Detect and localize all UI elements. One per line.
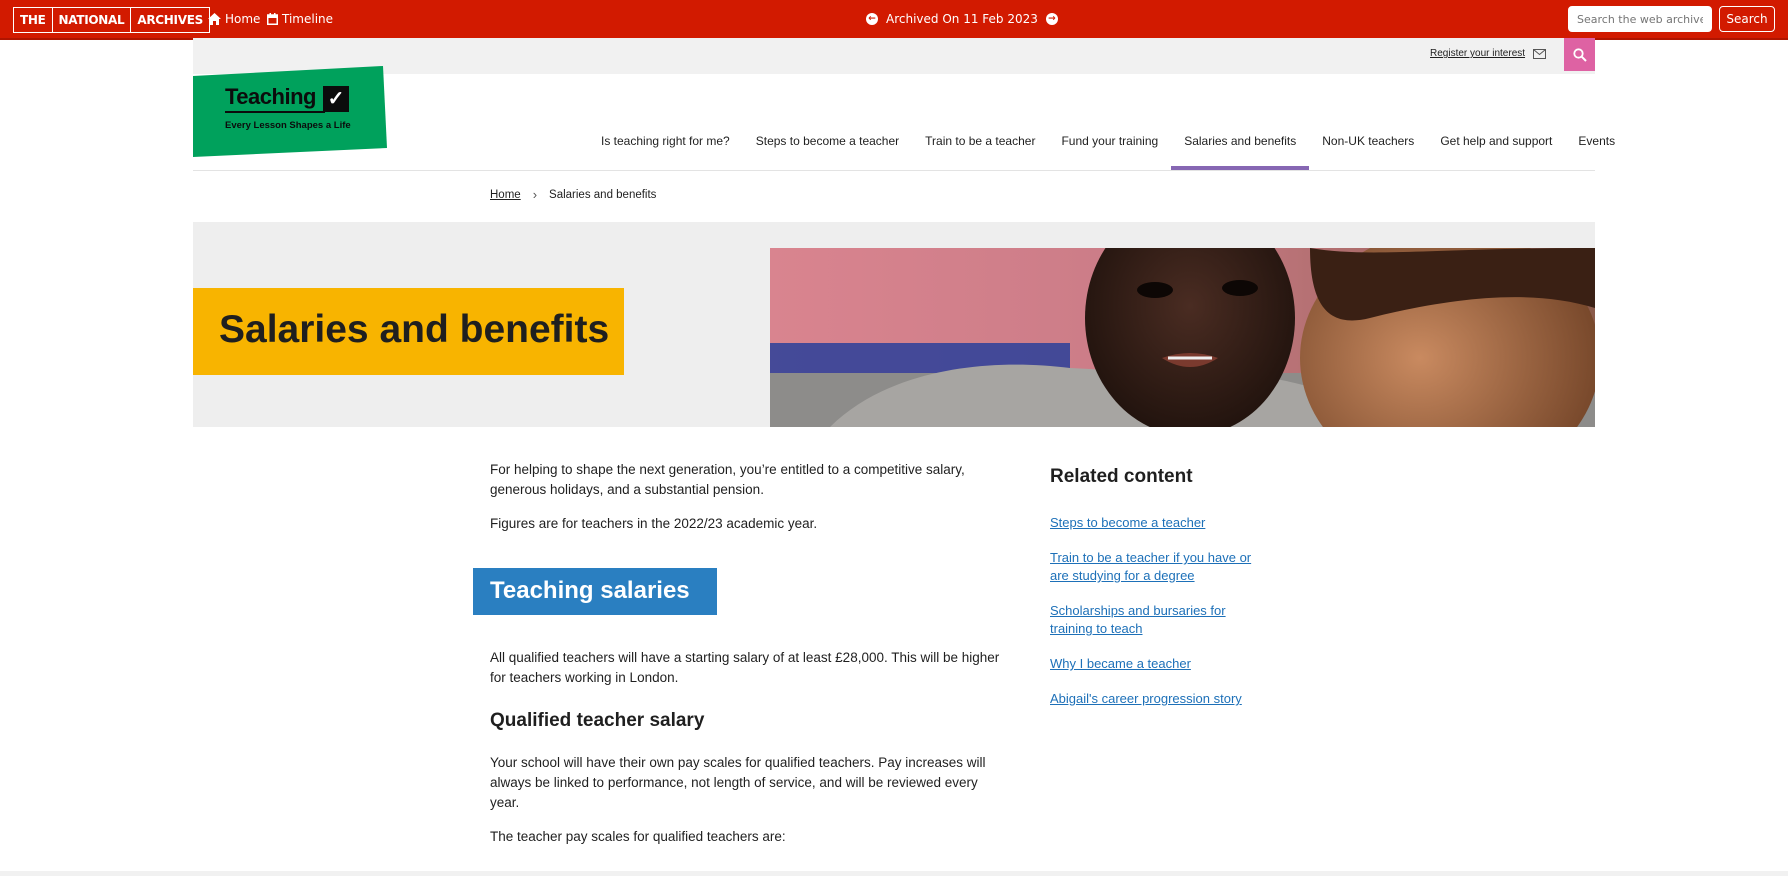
list-item: Scholarships and bursaries for training … [1050,602,1270,638]
logo-word-archives: ARCHIVES [130,8,209,32]
related-content-title: Related content [1050,466,1193,487]
logo-tagline: Every Lesson Shapes a Life [225,120,351,131]
nav-divider [193,170,1595,171]
nav-item-steps-to-become[interactable]: Steps to become a teacher [743,112,912,170]
nav-item-salaries-benefits[interactable]: Salaries and benefits [1171,112,1310,170]
breadcrumb-home-link[interactable]: Home [490,189,521,201]
teaching-salaries-heading: Teaching salaries [490,577,690,604]
pay-scales-intro: The teacher pay scales for qualified tea… [490,829,786,844]
list-item: Abigail's career progression story [1050,690,1270,708]
utility-bar [193,38,1595,74]
related-content-list: Steps to become a teacher Train to be a … [1050,514,1270,725]
figures-note: Figures are for teachers in the 2022/23 … [490,516,818,531]
related-link-why-teacher[interactable]: Why I became a teacher [1050,656,1191,671]
archive-search-input[interactable] [1568,6,1712,32]
hero-photo-illustration [770,248,1595,427]
breadcrumb-current: Salaries and benefits [549,188,657,201]
logo-word-national: NATIONAL [51,8,131,32]
related-link-scholarships[interactable]: Scholarships and bursaries for training … [1050,603,1226,636]
list-item: Why I became a teacher [1050,655,1270,673]
home-icon [208,13,221,25]
envelope-icon [1533,48,1547,59]
starting-salary-paragraph: All qualified teachers will have a start… [490,650,1000,685]
archive-home-link[interactable]: Home [208,10,260,28]
register-interest-label: Register your interest [1430,48,1526,59]
nav-item-fund-training[interactable]: Fund your training [1048,112,1171,170]
next-capture-icon[interactable]: → [1045,13,1058,25]
hero-title-box: Salaries and benefits [193,288,624,375]
checkmark-icon: ✓ [323,86,349,112]
teaching-salaries-heading-box: Teaching salaries [473,568,717,615]
archived-on-label: Archived On 11 Feb 2023 [886,12,1038,26]
qualified-teacher-salary-heading: Qualified teacher salary [490,710,705,731]
related-link-steps[interactable]: Steps to become a teacher [1050,515,1205,530]
related-link-train-degree[interactable]: Train to be a teacher if you have or are… [1050,550,1251,583]
archive-timeline-label: Timeline [282,12,334,26]
pay-scales-paragraph: Your school will have their own pay scal… [490,755,986,810]
register-interest-link[interactable]: Register your interest [1430,48,1547,59]
nav-item-is-teaching-right[interactable]: Is teaching right for me? [588,112,743,170]
previous-capture-icon[interactable]: ← [866,13,878,25]
logo-underline [225,111,325,113]
logo-word-the: THE [20,13,46,27]
hero-image [770,248,1595,427]
nav-item-non-uk-teachers[interactable]: Non-UK teachers [1309,112,1427,170]
nav-item-train-to-be[interactable]: Train to be a teacher [912,112,1048,170]
search-icon [1572,47,1587,62]
teaching-logo[interactable]: Teaching ✓ Every Lesson Shapes a Life [193,66,387,157]
calendar-icon [267,13,278,25]
nav-item-events[interactable]: Events [1565,112,1628,170]
intro-paragraph: For helping to shape the next generation… [490,462,965,497]
archive-home-label: Home [225,12,261,26]
page-title: Salaries and benefits [219,308,610,351]
archive-date-nav: ← Archived On 11 Feb 2023 → [866,10,1058,28]
list-item: Train to be a teacher if you have or are… [1050,549,1270,585]
chevron-right-icon: › [532,187,538,202]
archive-timeline-link[interactable]: Timeline [267,10,333,28]
national-archives-logo[interactable]: THE NATIONAL ARCHIVES [13,7,210,33]
archive-bar: THE NATIONAL ARCHIVES Home Timeline ← Ar… [0,0,1788,40]
list-item: Steps to become a teacher [1050,514,1270,532]
logo-wordmark: Teaching [225,84,316,109]
site-search-button[interactable] [1564,38,1595,71]
related-link-abigail[interactable]: Abigail's career progression story [1050,691,1242,706]
bottom-divider [0,871,1788,876]
breadcrumb: Home › Salaries and benefits [490,187,656,202]
archive-search-button[interactable]: Search [1719,6,1775,32]
main-navigation: Is teaching right for me? Steps to becom… [588,112,1628,170]
nav-item-help-support[interactable]: Get help and support [1427,112,1565,170]
